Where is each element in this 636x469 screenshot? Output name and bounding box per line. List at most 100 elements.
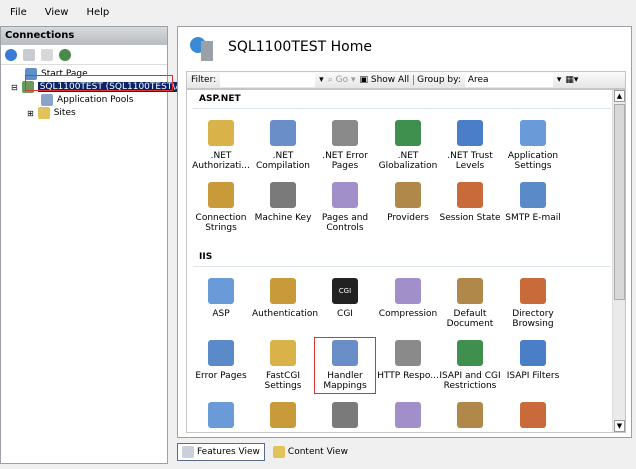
net-error-pages-icon (332, 120, 358, 146)
smtp-e-mail-icon (520, 182, 546, 208)
go-button[interactable]: ⌕ Go ▾ (328, 75, 356, 85)
feature-authentication[interactable]: Authentication (252, 278, 318, 319)
feature-machine-key[interactable]: Machine Key (252, 182, 314, 223)
disconnect-icon[interactable] (59, 48, 71, 61)
feature-providers[interactable]: Providers (377, 182, 439, 223)
connections-toolbar (1, 45, 167, 65)
feature-label: Directory Browsing (512, 309, 554, 329)
menu-file[interactable]: File (10, 7, 27, 18)
filter-dropdown-icon[interactable]: ▾ (319, 75, 324, 85)
machine-key-icon (270, 182, 296, 208)
feature-modules[interactable]: Modules (314, 402, 376, 432)
show-all-button[interactable]: ▣ Show All (359, 75, 409, 85)
group-by-select[interactable]: Area (464, 73, 553, 87)
scrollbar[interactable]: ▲ ▼ (612, 90, 625, 432)
tree-label: Sites (53, 108, 76, 118)
scroll-down-icon[interactable]: ▼ (614, 420, 625, 432)
group-header: IIS (199, 252, 213, 262)
feature-label: Providers (387, 213, 429, 223)
go-label: Go (335, 75, 349, 85)
feature-compression[interactable]: Compression (377, 278, 439, 319)
feature-label: ISAPI Filters (506, 371, 560, 381)
feature-asp[interactable]: ASP (190, 278, 252, 319)
feature-net-authorizati[interactable]: .NET Authorizati... (190, 120, 252, 171)
feature-session-state[interactable]: Session State (439, 182, 501, 223)
menu-help[interactable]: Help (86, 7, 109, 18)
compression-icon (395, 278, 421, 304)
server-icon (520, 402, 546, 428)
feature-request[interactable]: Request... (439, 402, 501, 432)
tree-app-pools[interactable]: Application Pools (41, 94, 133, 106)
output-icon (395, 402, 421, 428)
feature-label: Compression (378, 309, 438, 319)
expand-icon[interactable]: ⊞ (27, 109, 34, 118)
collapse-icon[interactable]: ⊟ (11, 83, 18, 92)
feature-net-compilation[interactable]: .NET Compilation (252, 120, 314, 171)
tab-content-view[interactable]: Content View (269, 443, 352, 461)
feature-label: HTTP Respo... (377, 371, 439, 381)
menu-bar: File View Help (0, 0, 636, 24)
feature-directory-browsing[interactable]: Directory Browsing (502, 278, 564, 329)
feature-fastcgi-settings[interactable]: FastCGI Settings (252, 340, 314, 391)
up-icon[interactable] (41, 48, 53, 61)
feature-cgi[interactable]: CGI CGI (314, 278, 376, 319)
feature-logging[interactable]: Logging (190, 402, 252, 432)
feature-net-error-pages[interactable]: .NET Error Pages (314, 120, 376, 171)
default-document-icon (457, 278, 483, 304)
connection-strings-icon (208, 182, 234, 208)
feature-label: .NET Trust Levels (447, 151, 493, 171)
filter-input[interactable] (220, 73, 316, 87)
feature-isapi-and-cgi-restrictions[interactable]: ISAPI and CGI Restrictions (439, 340, 501, 391)
feature-net-globalization[interactable]: .NET Globalization (377, 120, 439, 171)
error-pages-icon (208, 340, 234, 366)
modules-icon (332, 402, 358, 428)
net-authorizati-icon (208, 120, 234, 146)
feature-connection-strings[interactable]: Connection Strings (190, 182, 252, 233)
scroll-thumb[interactable] (614, 104, 625, 300)
server-globe-icon (190, 35, 216, 63)
feature-label: .NET Compilation (255, 151, 311, 171)
feature-default-document[interactable]: Default Document (439, 278, 501, 329)
feature-server[interactable]: Server... (502, 402, 564, 432)
feature-mime-types[interactable]: MIME Types (252, 402, 314, 432)
group-dropdown-icon[interactable]: ▾ (557, 75, 562, 85)
connect-globe-icon[interactable] (5, 48, 17, 61)
tab-features-view[interactable]: Features View (177, 443, 265, 461)
feature-label: .NET Error Pages (322, 151, 368, 171)
isapi-filters-icon (520, 340, 546, 366)
session-state-icon (457, 182, 483, 208)
feature-label: Handler Mappings (323, 371, 367, 391)
feature-label: ISAPI and CGI Restrictions (439, 371, 501, 391)
group-header: ASP.NET (199, 94, 241, 104)
feature-label: Connection Strings (195, 213, 247, 233)
view-mode-icon[interactable]: ▦▾ (565, 75, 578, 85)
feature-label: Error Pages (195, 371, 247, 381)
features-panel: SQL1100TEST Home Filter: ▾ ⌕ Go ▾ ▣ Show… (177, 26, 632, 438)
directory-browsing-icon (520, 278, 546, 304)
net-trust-levels-icon (457, 120, 483, 146)
feature-output[interactable]: Output... (377, 402, 439, 432)
feature-label: .NET Globalization (378, 151, 438, 171)
feature-isapi-filters[interactable]: ISAPI Filters (502, 340, 564, 381)
feature-pages-and-controls[interactable]: Pages and Controls (314, 182, 376, 233)
net-globalization-icon (395, 120, 421, 146)
feature-error-pages[interactable]: Error Pages (190, 340, 252, 381)
scroll-up-icon[interactable]: ▲ (614, 90, 625, 102)
connections-title: Connections (1, 27, 167, 45)
feature-handler-mappings[interactable]: Handler Mappings (314, 337, 376, 394)
handler-mappings-icon (332, 340, 358, 366)
tree-label: Application Pools (57, 95, 134, 105)
feature-smtp-e-mail[interactable]: SMTP E-mail (502, 182, 564, 223)
fastcgi-settings-icon (270, 340, 296, 366)
save-icon[interactable] (23, 48, 35, 61)
feature-application-settings[interactable]: Application Settings (502, 120, 564, 171)
feature-net-trust-levels[interactable]: .NET Trust Levels (439, 120, 501, 171)
feature-http-respo[interactable]: HTTP Respo... (377, 340, 439, 381)
tree-sites[interactable]: ⊞ Sites (27, 107, 76, 119)
pages-and-controls-icon (332, 182, 358, 208)
feature-label: Application Settings (507, 151, 559, 171)
menu-view[interactable]: View (45, 7, 69, 18)
authentication-icon (270, 278, 296, 304)
group-divider (193, 108, 611, 109)
feature-label: SMTP E-mail (505, 213, 561, 223)
